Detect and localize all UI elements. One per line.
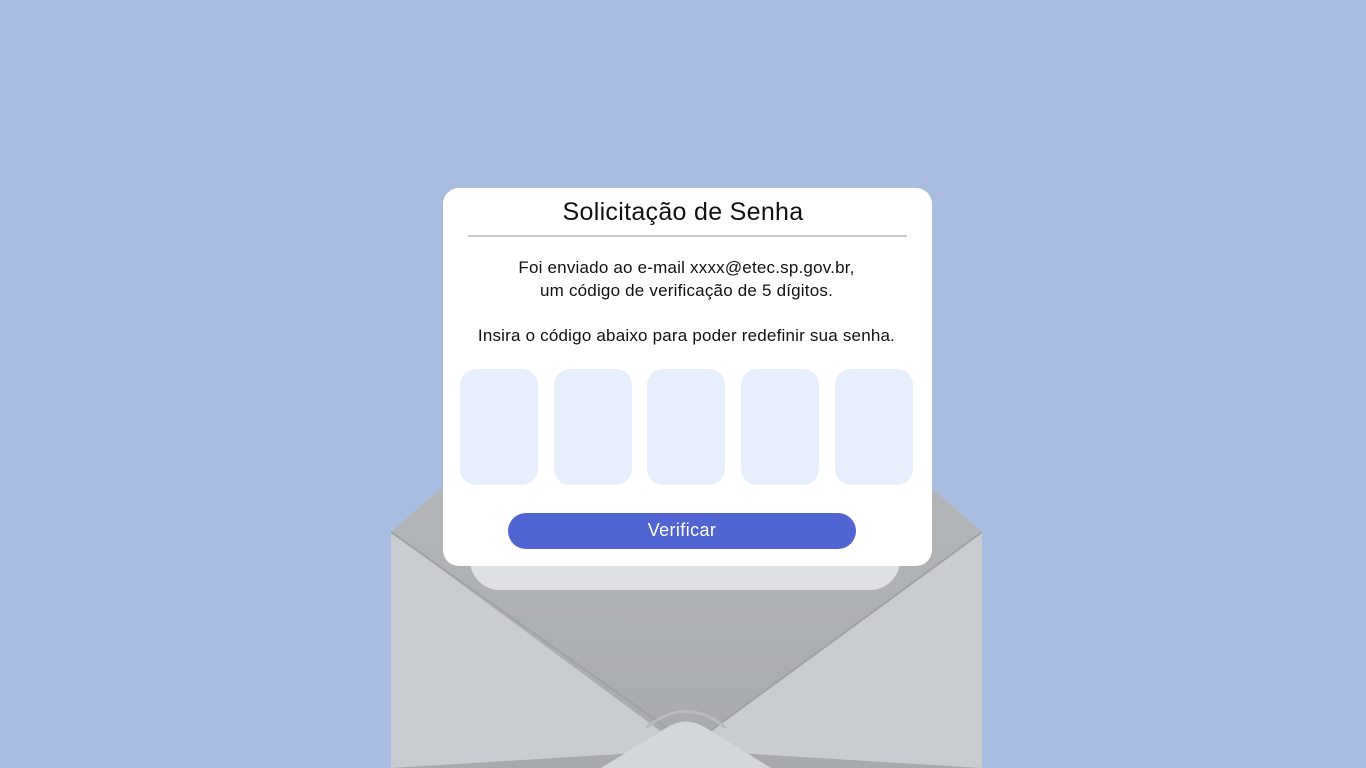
code-digit-5-input[interactable]	[835, 369, 913, 485]
message-email-line: Foi enviado ao e-mail xxxx@etec.sp.gov.b…	[518, 258, 855, 277]
verify-button[interactable]: Verificar	[508, 513, 856, 549]
message-instruction: Insira o código abaixo para poder redefi…	[477, 326, 896, 345]
page-title: Solicitação de Senha	[562, 198, 804, 226]
code-digit-4-input[interactable]	[741, 369, 819, 485]
title-divider	[468, 235, 907, 237]
message-code-line: um código de verificação de 5 dígitos.	[540, 281, 833, 300]
verification-screen: Solicitação de Senha Foi enviado ao e-ma…	[0, 0, 1366, 768]
code-digit-3-input[interactable]	[647, 369, 725, 485]
code-digit-1-input[interactable]	[460, 369, 538, 485]
code-input-group	[460, 369, 913, 485]
code-digit-2-input[interactable]	[554, 369, 632, 485]
